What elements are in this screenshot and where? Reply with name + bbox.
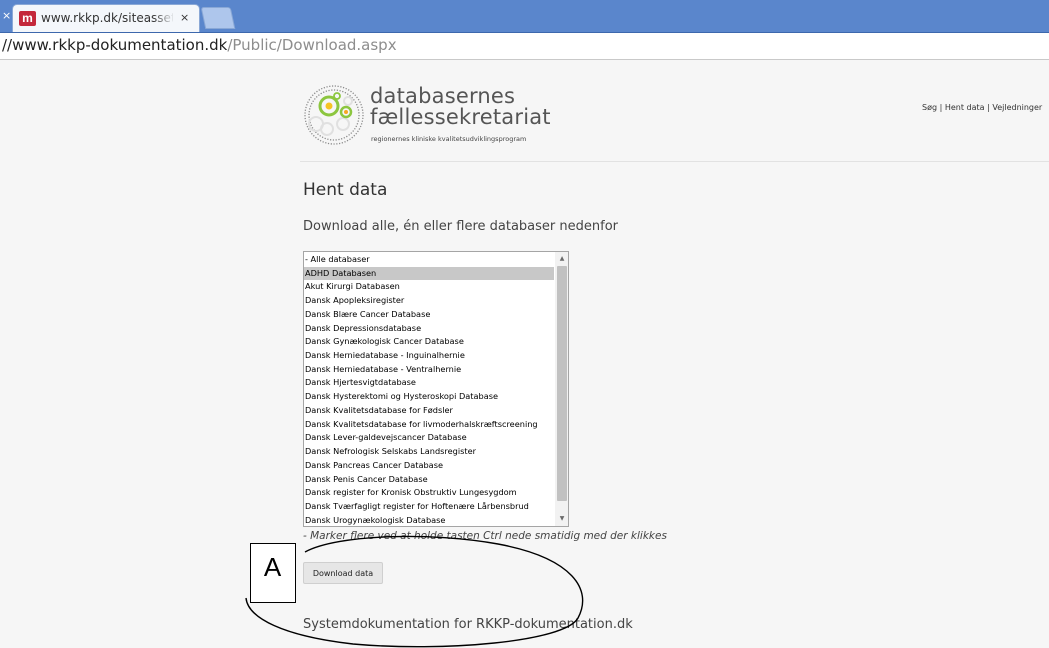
- nav-link-hent-data[interactable]: Hent data: [945, 103, 985, 112]
- database-option[interactable]: Dansk Hysterektomi og Hysteroskopi Datab…: [304, 390, 554, 404]
- nav-separator: |: [937, 103, 945, 112]
- database-option[interactable]: Dansk Gynækologisk Cancer Database: [304, 335, 554, 349]
- browser-tab-strip: × m www.rkkp.dk/siteassets ×: [0, 0, 1049, 33]
- database-option[interactable]: Dansk Tværfagligt register for Hoftenære…: [304, 500, 554, 514]
- multiselect-hint: - Marker flere ved at holde tasten Ctrl …: [303, 530, 667, 542]
- database-option[interactable]: Dansk Blære Cancer Database: [304, 308, 554, 322]
- header-divider: [300, 161, 1049, 162]
- database-option[interactable]: ADHD Databasen: [304, 266, 554, 281]
- url-host: www.rkkp-dokumentation.dk: [12, 36, 228, 54]
- tab-title-fade: [153, 7, 175, 29]
- scroll-down-arrow-icon[interactable]: ▼: [555, 513, 568, 525]
- nav-link-search[interactable]: Søg: [922, 103, 937, 112]
- database-option[interactable]: Dansk Kvalitetsdatabase for livmoderhals…: [304, 418, 554, 432]
- page-subtitle: Download alle, én eller flere databaser …: [303, 219, 618, 234]
- database-option[interactable]: Dansk Herniedatabase - Ventralhernie: [304, 363, 554, 377]
- address-url[interactable]: //www.rkkp-dokumentation.dk/Public/Downl…: [2, 36, 397, 54]
- scroll-up-arrow-icon[interactable]: ▲: [555, 253, 568, 265]
- database-option[interactable]: Dansk register for Kronisk Obstruktiv Lu…: [304, 486, 554, 500]
- scroll-thumb[interactable]: [557, 266, 567, 501]
- download-data-button[interactable]: Download data: [303, 562, 383, 584]
- annotation-label-letter: A: [263, 552, 282, 582]
- system-documentation-link[interactable]: Systemdokumentation for RKKP-dokumentati…: [303, 617, 633, 632]
- list-scrollbar[interactable]: ▲ ▼: [555, 252, 568, 526]
- database-option[interactable]: Dansk Kvalitetsdatabase for Fødsler: [304, 404, 554, 418]
- database-option[interactable]: Dansk Urogynækologisk Database: [304, 514, 554, 526]
- database-multiselect-list[interactable]: - Alle databaser ADHD Databasen Akut Kirur…: [303, 251, 569, 527]
- database-option[interactable]: Dansk Hjertesvigtdatabase: [304, 376, 554, 390]
- previous-tab-close-icon[interactable]: ×: [2, 9, 11, 22]
- site-favicon-icon: m: [19, 11, 36, 26]
- database-option[interactable]: Akut Kirurgi Databasen: [304, 280, 554, 294]
- database-option[interactable]: Dansk Apopleksiregister: [304, 294, 554, 308]
- tab-close-icon[interactable]: ×: [180, 11, 189, 24]
- database-option[interactable]: Dansk Nefrologisk Selskabs Landsregister: [304, 445, 554, 459]
- browser-tab-active[interactable]: m www.rkkp.dk/siteassets ×: [12, 4, 200, 32]
- database-option[interactable]: Dansk Pancreas Cancer Database: [304, 459, 554, 473]
- annotation-label-box: A: [250, 543, 296, 603]
- database-option[interactable]: Dansk Herniedatabase - Inguinalhernie: [304, 349, 554, 363]
- database-option[interactable]: Dansk Penis Cancer Database: [304, 473, 554, 487]
- logo-tagline: regionernes kliniske kvalitetsudviklings…: [371, 135, 527, 143]
- url-path: /Public/Download.aspx: [227, 36, 397, 54]
- database-options: - Alle databaser ADHD Databasen Akut Kirur…: [304, 253, 554, 526]
- logo-name-line2[interactable]: fællessekretariat: [370, 105, 551, 129]
- database-option[interactable]: Dansk Depressionsdatabase: [304, 322, 554, 336]
- database-option[interactable]: Dansk Lever-galdevejscancer Database: [304, 431, 554, 445]
- url-prefix: //: [2, 36, 13, 54]
- new-tab-button[interactable]: [200, 7, 236, 29]
- nav-link-vejledninger[interactable]: Vejledninger: [992, 103, 1042, 112]
- database-option[interactable]: - Alle databaser: [304, 253, 554, 267]
- page-title: Hent data: [303, 180, 388, 200]
- molecule-logo-icon[interactable]: [303, 84, 365, 146]
- top-navigation: Søg | Hent data | Vejledninger: [922, 103, 1042, 112]
- address-bar[interactable]: //www.rkkp-dokumentation.dk/Public/Downl…: [0, 33, 1049, 60]
